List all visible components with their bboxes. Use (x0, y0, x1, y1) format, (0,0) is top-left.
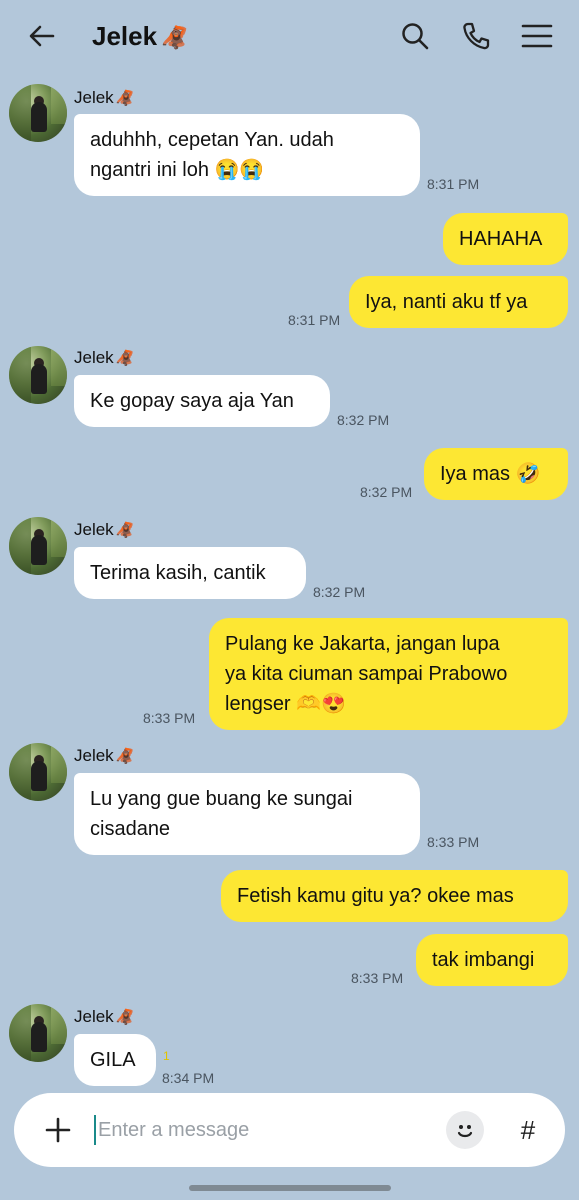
message-timestamp: 8:31 PM (427, 176, 480, 192)
message-text: tak imbangi (432, 949, 535, 971)
avatar[interactable] (9, 346, 67, 404)
sender-name: Jelek 🦧 (74, 348, 135, 367)
back-arrow-icon[interactable] (24, 18, 60, 54)
message-text: aduhhh, cepetan Yan. udah (90, 129, 334, 151)
message-bubble-outgoing[interactable]: Fetish kamu gitu ya? okee mas (221, 870, 568, 922)
avatar[interactable] (9, 517, 67, 575)
chat-title-text: Jelek (92, 21, 158, 51)
avatar[interactable] (9, 743, 67, 801)
message-text: Pulang ke Jakarta, jangan lupa (225, 633, 500, 655)
message-bubble-incoming[interactable]: Terima kasih, cantik (74, 547, 306, 599)
sender-name: Jelek 🦧 (74, 746, 135, 765)
message-text: Iya, nanti aku tf ya (365, 291, 528, 313)
sender-name: Jelek 🦧 (74, 1007, 135, 1026)
hashtag-button[interactable]: # (508, 1110, 548, 1150)
plus-icon[interactable] (38, 1110, 78, 1150)
message-bubble-outgoing[interactable]: Iya mas 🤣 (424, 448, 568, 500)
chat-title: Jelek 🦧 (92, 18, 188, 56)
sender-name: Jelek 🦧 (74, 88, 135, 107)
message-bubble-outgoing[interactable]: tak imbangi (416, 934, 568, 986)
message-text: Iya mas 🤣 (440, 463, 541, 485)
message-bubble-outgoing[interactable]: Iya, nanti aku tf ya (349, 276, 568, 328)
menu-icon[interactable] (517, 16, 557, 56)
message-text: ngantri ini loh 😭😭 (90, 159, 265, 181)
message-timestamp: 8:32 PM (337, 412, 390, 428)
message-text: ya kita ciuman sampai Prabowo (225, 663, 508, 685)
message-timestamp: 8:32 PM (360, 484, 413, 500)
sender-name: Jelek 🦧 (74, 520, 135, 539)
search-icon[interactable] (395, 16, 435, 56)
message-text: lengser 🫶😍 (225, 693, 346, 715)
message-text: HAHAHA (459, 228, 543, 250)
message-text: Terima kasih, cantik (90, 562, 266, 584)
message-bubble-incoming[interactable]: GILA (74, 1034, 156, 1086)
message-text: Ke gopay saya aja Yan (90, 390, 294, 412)
message-bubble-outgoing[interactable]: HAHAHA (443, 213, 568, 265)
message-bubble-incoming[interactable]: aduhhh, cepetan Yan. udah ngantri ini lo… (74, 114, 420, 196)
chat-header: Jelek 🦧 (0, 0, 579, 72)
message-text: Lu yang gue buang ke sungai (90, 788, 353, 810)
message-timestamp: 8:34 PM (162, 1070, 215, 1086)
message-composer: # (14, 1093, 565, 1167)
home-indicator[interactable] (189, 1185, 391, 1191)
message-bubble-incoming[interactable]: Ke gopay saya aja Yan (74, 375, 330, 427)
emoji-picker-icon[interactable] (446, 1111, 484, 1149)
message-timestamp: 8:33 PM (427, 834, 480, 850)
unread-count: 1 (163, 1049, 170, 1063)
avatar[interactable] (9, 84, 67, 142)
message-timestamp: 8:33 PM (351, 970, 404, 986)
message-text: cisadane (90, 818, 171, 840)
message-timestamp: 8:31 PM (288, 312, 341, 328)
avatar[interactable] (9, 1004, 67, 1062)
message-timestamp: 8:32 PM (313, 584, 366, 600)
message-bubble-incoming[interactable]: Lu yang gue buang ke sungai cisadane (74, 773, 420, 855)
message-timestamp: 8:33 PM (143, 710, 196, 726)
message-text: Fetish kamu gitu ya? okee mas (237, 885, 514, 907)
message-input[interactable] (94, 1115, 434, 1145)
message-text: GILA (90, 1049, 136, 1071)
message-bubble-outgoing[interactable]: Pulang ke Jakarta, jangan lupa ya kita c… (209, 618, 568, 730)
phone-call-icon[interactable] (456, 16, 496, 56)
orangutan-emoji: 🦧 (161, 25, 189, 50)
